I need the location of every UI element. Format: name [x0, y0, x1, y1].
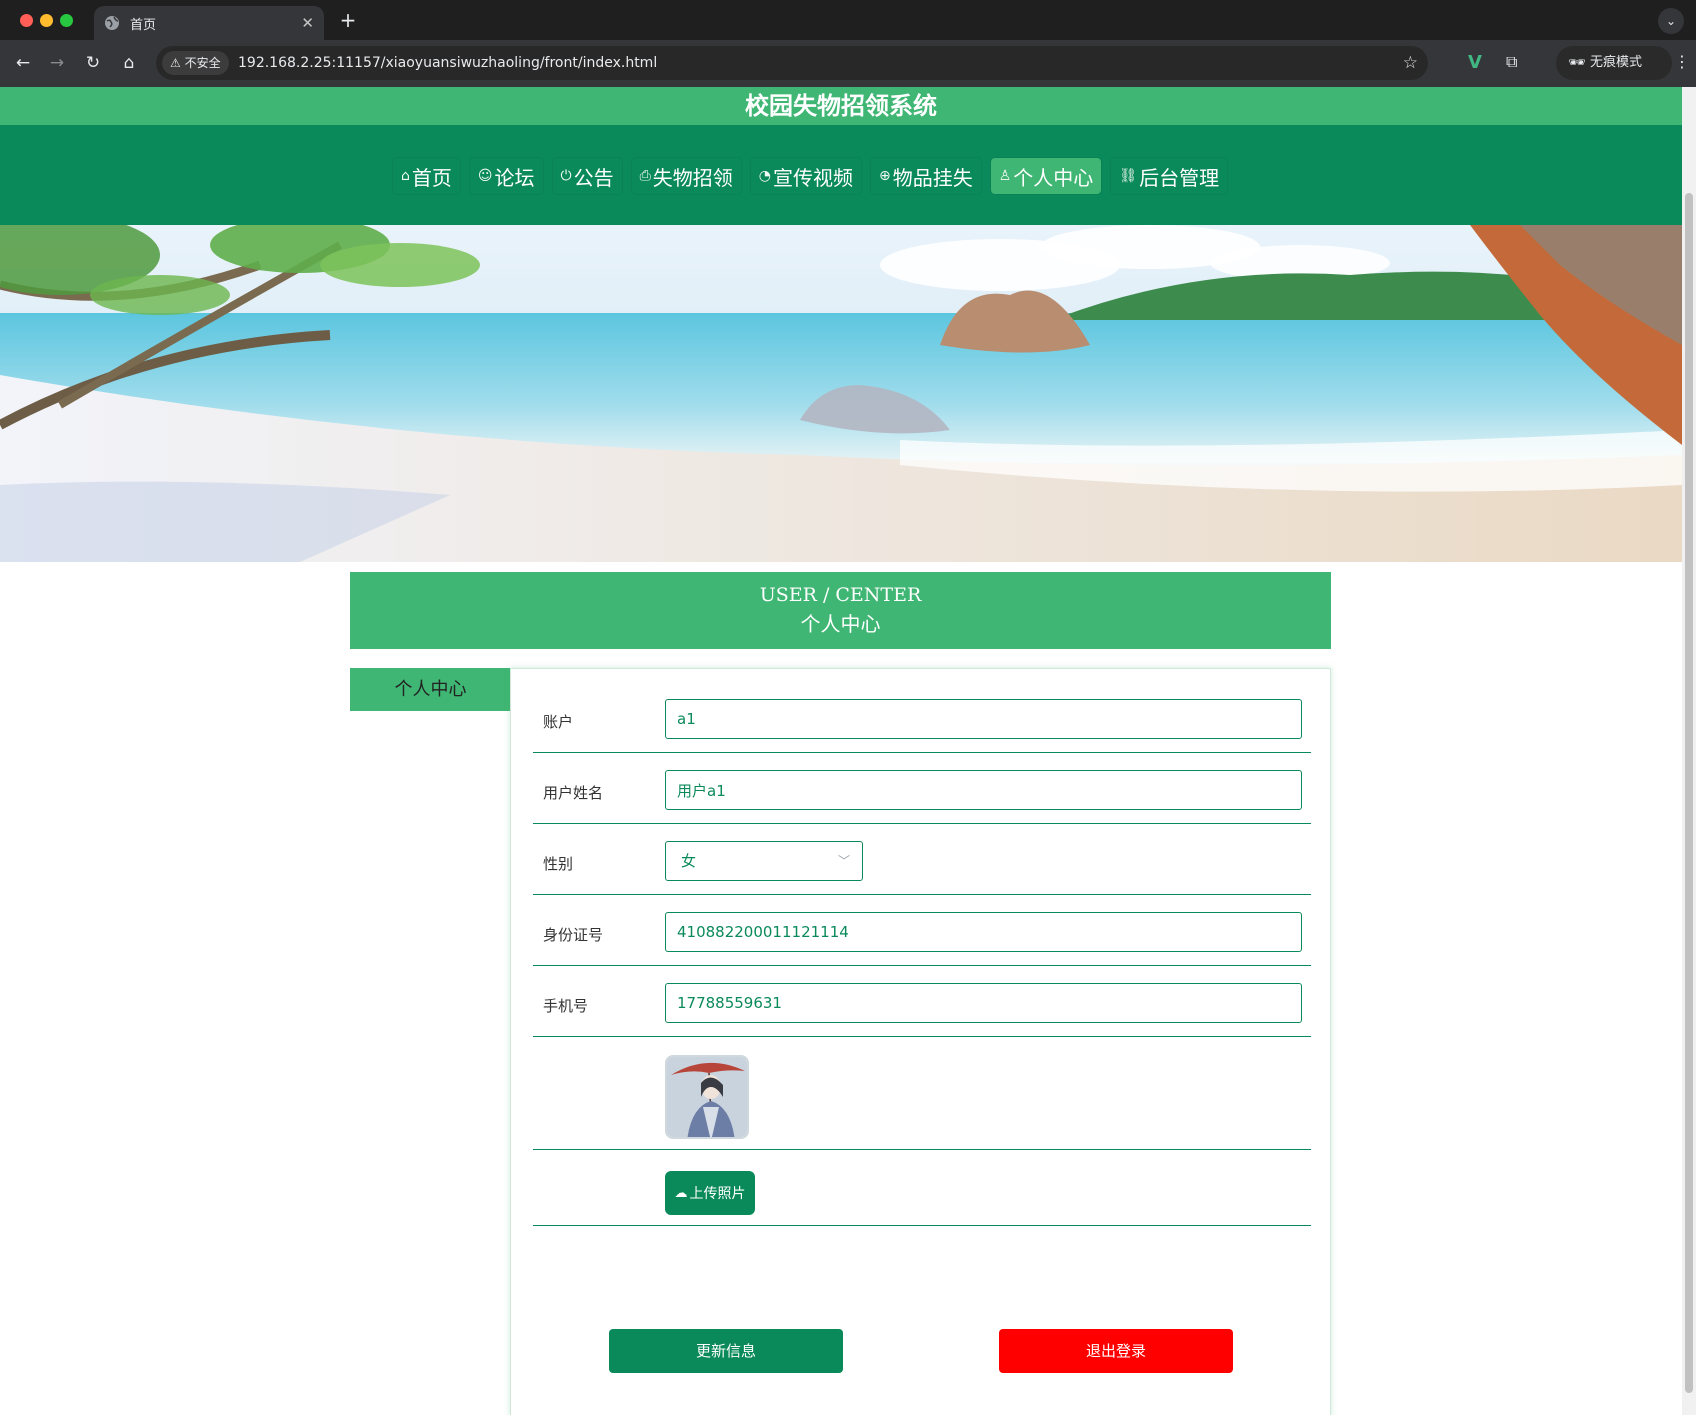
upload-row: ☁ 上传照片 — [533, 1150, 1311, 1226]
more-menu-icon[interactable]: ⋮ — [1674, 52, 1690, 71]
name-label: 用户姓名 — [543, 784, 604, 802]
main-navbar: ⌂ 首页 ☺ 论坛 ⏻ 公告 ⎙ 失物招领 ◔ 宣传视频 ⊕ 物品挂失 ♙ 个人中心 ⛓ 后台管理 — [0, 125, 1682, 225]
name-input[interactable] — [665, 770, 1302, 810]
security-label: 不安全 — [184, 56, 221, 70]
upload-photo-label: 上传照片 — [689, 1186, 746, 1202]
browser-tab[interactable]: 首页 ✕ — [94, 6, 324, 40]
nav-item-label: 公告 — [573, 165, 614, 190]
profile-form: 账户 用户姓名 性别 女 ﹀ 身份证号 手机号 — [510, 668, 1331, 1415]
browser-toolbar: ← → ↻ ⌂ ⚠ 不安全 192.168.2.25:11157/xiaoyua… — [0, 40, 1696, 87]
reload-icon[interactable]: ↻ — [80, 50, 106, 76]
forward-arrow-icon[interactable]: → — [44, 50, 70, 76]
nav-item-6[interactable]: ♙ 个人中心 — [990, 158, 1102, 194]
page-content: 校园失物招领系统 ⌂ 首页 ☺ 论坛 ⏻ 公告 ⎙ 失物招领 ◔ 宣传视频 ⊕ 物品挂失 ♙ 个人中心 ⛓ 后… — [0, 87, 1682, 1415]
minimize-window-button[interactable] — [40, 14, 53, 27]
site-title: 校园失物招领系统 — [0, 87, 1682, 125]
nav-list: ⌂ 首页 ☺ 论坛 ⏻ 公告 ⎙ 失物招领 ◔ 宣传视频 ⊕ 物品挂失 ♙ 个人中心 ⛓ 后台管理 — [393, 158, 1228, 194]
user-center-title-en: USER / CENTER — [759, 584, 922, 606]
nav-item-label: 失物招领 — [652, 165, 733, 190]
new-tab-button[interactable]: + — [336, 8, 360, 32]
banner-image — [0, 225, 1682, 562]
extensions-icon[interactable]: ⧉ — [1506, 52, 1517, 72]
logout-button[interactable]: 退出登录 — [999, 1329, 1233, 1373]
nav-item-label: 首页 — [411, 165, 452, 190]
cloud-upload-icon: ☁ — [674, 1185, 688, 1201]
gender-label: 性别 — [543, 855, 574, 873]
power-icon: ⏻ — [560, 168, 572, 184]
phone-row: 手机号 — [533, 966, 1311, 1037]
phone-input[interactable] — [665, 983, 1302, 1023]
maximize-window-button[interactable] — [60, 14, 73, 27]
nav-item-label: 宣传视频 — [773, 165, 853, 190]
gauge-icon: ◔ — [758, 168, 771, 184]
nav-item-3[interactable]: ⎙ 失物招领 — [631, 158, 741, 194]
nav-item-label: 物品挂失 — [892, 165, 973, 190]
page-scrollbar[interactable] — [1682, 87, 1696, 1415]
globe-icon — [105, 16, 119, 30]
account-row: 账户 — [533, 669, 1311, 753]
nav-item-2[interactable]: ⏻ 公告 — [552, 158, 622, 194]
security-indicator[interactable]: ⚠ 不安全 — [162, 51, 229, 75]
upload-photo-button[interactable]: ☁ 上传照片 — [665, 1171, 755, 1215]
user-icon: ♙ — [998, 168, 1012, 184]
user-center-header: USER / CENTER 个人中心 — [350, 572, 1331, 649]
avatar-row — [533, 1037, 1311, 1150]
globe-icon: ⊕ — [879, 168, 891, 184]
warning-icon: ⚠ — [170, 56, 185, 70]
browser-chrome: 首页 ✕ + ⌄ ← → ↻ ⌂ ⚠ 不安全 192.168.2.25:1115… — [0, 0, 1696, 87]
back-arrow-icon[interactable]: ← — [10, 50, 36, 76]
banner-carousel[interactable] — [0, 225, 1682, 562]
sidebar-item-user-center[interactable]: 个人中心 — [350, 668, 511, 711]
chevron-down-icon[interactable]: ⌄ — [1658, 8, 1684, 34]
scrollbar-thumb[interactable] — [1685, 193, 1693, 1393]
nav-item-label: 个人中心 — [1013, 165, 1094, 190]
tab-bar: 首页 ✕ + ⌄ — [0, 0, 1696, 40]
nav-item-1[interactable]: ☺ 论坛 — [469, 158, 543, 194]
close-tab-icon[interactable]: ✕ — [301, 14, 314, 32]
incognito-icon: 🕶 — [1568, 55, 1586, 71]
gender-row: 性别 女 ﹀ — [533, 824, 1311, 895]
bookmark-star-icon[interactable]: ☆ — [1403, 46, 1418, 80]
gender-value: 女 — [681, 852, 697, 870]
phone-label: 手机号 — [543, 997, 589, 1015]
account-label: 账户 — [543, 713, 574, 731]
id-number-input[interactable] — [665, 912, 1302, 952]
forum-icon: ☺ — [477, 168, 493, 184]
chevron-down-icon: ﹀ — [837, 854, 850, 868]
update-info-button[interactable]: 更新信息 — [609, 1329, 843, 1373]
link-icon: ⛓ — [1119, 168, 1138, 184]
id-label: 身份证号 — [543, 926, 604, 944]
gender-select[interactable]: 女 ﹀ — [665, 841, 863, 881]
incognito-indicator[interactable]: 🕶 无痕模式 — [1556, 46, 1672, 80]
nav-item-7[interactable]: ⛓ 后台管理 — [1111, 158, 1228, 194]
home-icon[interactable]: ⌂ — [116, 50, 142, 76]
name-row: 用户姓名 — [533, 753, 1311, 824]
user-center-title-cn: 个人中心 — [800, 612, 881, 636]
printer-icon: ⎙ — [639, 168, 651, 184]
avatar[interactable] — [665, 1055, 749, 1139]
nav-item-4[interactable]: ◔ 宣传视频 — [750, 158, 861, 194]
nav-item-5[interactable]: ⊕ 物品挂失 — [871, 158, 981, 194]
nav-item-0[interactable]: ⌂ 首页 — [393, 158, 460, 194]
vue-devtools-icon[interactable]: V — [1468, 52, 1482, 73]
nav-item-label: 论坛 — [494, 165, 535, 190]
home-icon: ⌂ — [401, 168, 410, 184]
account-input[interactable] — [665, 699, 1302, 739]
close-window-button[interactable] — [20, 14, 33, 27]
address-bar[interactable]: ⚠ 不安全 192.168.2.25:11157/xiaoyuansiwuzha… — [156, 46, 1428, 80]
nav-item-label: 后台管理 — [1139, 165, 1220, 190]
url-text[interactable]: 192.168.2.25:11157/xiaoyuansiwuzhaoling/… — [238, 46, 657, 80]
tab-title: 首页 — [130, 17, 157, 33]
id-row: 身份证号 — [533, 895, 1311, 966]
avatar-image — [667, 1057, 747, 1137]
incognito-label: 无痕模式 — [1590, 55, 1643, 70]
